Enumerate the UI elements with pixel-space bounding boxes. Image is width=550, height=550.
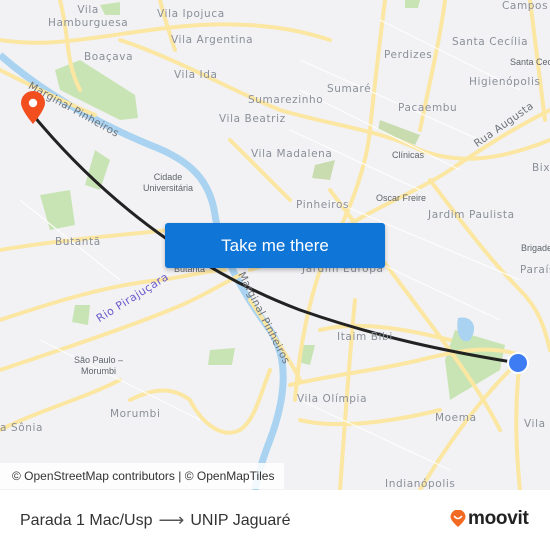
park-area	[208, 348, 235, 365]
map-label-jardim-paulista: Jardim Paulista	[428, 209, 515, 221]
map-label-vila-ipojuca: Vila Ipojuca	[157, 8, 225, 20]
map-label-higienopolis: Higienópolis	[469, 76, 541, 88]
map-label-cidade-universitaria: Cidade Universitária	[143, 172, 194, 193]
map-label-pacaembu: Pacaembu	[398, 102, 458, 114]
map-label-oscar-freire: Oscar Freire	[376, 193, 427, 203]
moovit-pin-icon	[450, 510, 466, 527]
map-label-moema: Moema	[435, 412, 477, 424]
map-label-butanta: Butantã	[55, 236, 101, 248]
map-label-vila-olimpia: Vila Olímpia	[297, 393, 368, 405]
map-label-pinheiros: Pinheiros	[296, 199, 350, 211]
route-title: Parada 1 Mac/Usp ⟶ UNIP Jaguaré	[20, 510, 291, 531]
map-label-santa-cecilia-station: Santa Cec	[510, 57, 550, 67]
map-label-perdizes: Perdizes	[384, 49, 433, 61]
map-label-boacava: Boaçava	[84, 51, 134, 63]
take-me-there-button[interactable]: Take me there	[165, 223, 385, 268]
map-label-vila-argentina: Vila Argentina	[171, 34, 254, 46]
map-label-vila-beatriz: Vila Beatriz	[219, 113, 286, 125]
map-attribution[interactable]: © OpenStreetMap contributors | © OpenMap…	[0, 463, 285, 489]
map-label-clinicas: Clínicas	[392, 150, 425, 160]
park-area	[72, 305, 90, 325]
map-label-vila-hamburguesa: Vila Hamburguesa	[48, 4, 129, 29]
map-label-morumbi: Morumbi	[110, 408, 161, 420]
park-area	[312, 160, 335, 180]
map-label-vila-c: Vila C	[524, 418, 550, 430]
park-area	[405, 0, 420, 8]
map-label-vila-madalena: Vila Madalena	[251, 148, 333, 160]
map-label-sumarezinho: Sumarezinho	[248, 94, 324, 106]
map-label-sao-paulo-morumbi: São Paulo – Morumbi	[74, 355, 124, 376]
origin-name: Parada 1 Mac/Usp	[20, 511, 153, 529]
map-label-campos: Campos	[502, 0, 549, 12]
moovit-logo[interactable]: moovit	[450, 508, 529, 530]
map-label-brigadeiro: Brigade	[521, 243, 550, 253]
map-label-paraiso: Paraís	[520, 264, 550, 276]
origin-pin-icon[interactable]	[20, 91, 46, 125]
map-label-vila-sonia: a Sônia	[0, 422, 44, 434]
map-label-santa-cecilia: Santa Cecília	[452, 36, 529, 48]
destination-name: UNIP Jaguaré	[190, 511, 291, 529]
map-label-sumare: Sumaré	[327, 83, 372, 95]
map-label-vila-ida: Vila Ida	[174, 69, 218, 81]
destination-dot-icon[interactable]	[506, 351, 530, 375]
map-canvas[interactable]: Vila Hamburguesa Vila Ipojuca Vila Argen…	[0, 0, 550, 490]
moovit-wordmark: moovit	[468, 508, 529, 529]
map-label-indianopolis: Indianópolis	[385, 478, 456, 490]
park-area	[40, 190, 75, 230]
map-label-itaim-bibi: Itaim Bibi	[337, 331, 393, 343]
arrow-right-icon: ⟶	[158, 510, 185, 530]
map-label-bixiga: Bixi	[532, 162, 550, 174]
